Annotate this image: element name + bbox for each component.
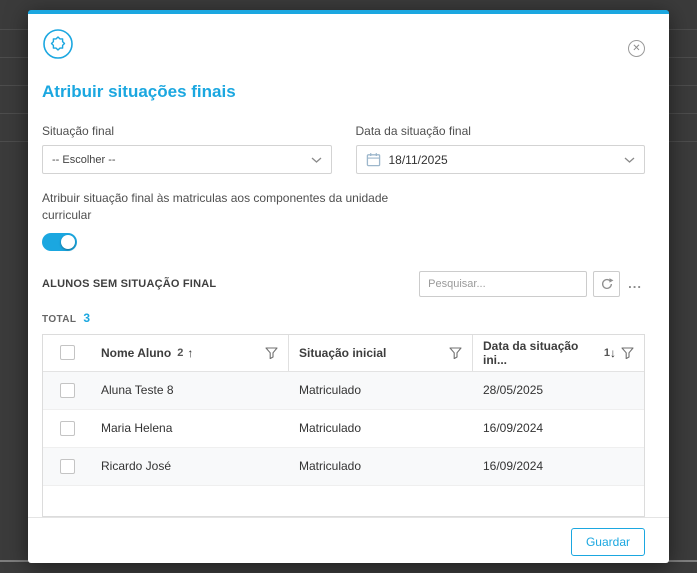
search-input[interactable] <box>419 270 588 297</box>
cell-situacao: Matriculado <box>299 383 362 398</box>
select-all-checkbox[interactable] <box>59 345 75 361</box>
assign-final-status-modal: ✕ Atribuir situações finais Situação fin… <box>28 10 669 563</box>
components-toggle[interactable] <box>42 232 77 251</box>
sort-desc-icon: ↓ <box>610 345 616 360</box>
situacao-final-select[interactable]: -- Escolher -- <box>42 145 332 174</box>
date-input[interactable] <box>388 152 624 167</box>
row-checkbox[interactable] <box>59 458 75 474</box>
select-all-header <box>43 335 91 371</box>
more-options-button[interactable]: ... <box>625 276 645 291</box>
chevron-down-icon <box>624 157 635 163</box>
refresh-icon <box>600 277 614 291</box>
selected-option: -- Escolher -- <box>52 153 116 166</box>
save-button[interactable]: Guardar <box>570 527 645 556</box>
data-situacao-label: Data da situação final <box>355 124 471 138</box>
toggle-knob <box>61 234 75 249</box>
close-button[interactable]: ✕ <box>628 40 645 57</box>
chevron-down-icon <box>311 157 322 163</box>
table-header-row: Nome Aluno 2 ↑ Situação inicial Data da … <box>43 334 644 372</box>
row-checkbox-cell <box>43 458 91 474</box>
column-header-data-situacao[interactable]: Data da situação ini... 1 ↓ <box>473 335 644 371</box>
row-checkbox-cell <box>43 420 91 436</box>
cell-data: 28/05/2025 <box>483 383 544 398</box>
column-header-situacao-inicial[interactable]: Situação inicial <box>289 334 473 371</box>
column-label: Nome Aluno <box>101 345 172 360</box>
table-row: Ricardo José Matriculado 16/09/2024 <box>43 447 644 486</box>
row-checkbox[interactable] <box>59 420 75 436</box>
situacao-final-label: Situação final <box>42 124 115 138</box>
calendar-icon <box>366 152 381 167</box>
close-icon: ✕ <box>632 42 641 54</box>
column-label: Data da situação ini... <box>483 338 579 367</box>
toggle-label: Atribuir situação final às matriculas ao… <box>42 191 389 222</box>
total-count: 3 <box>83 310 91 325</box>
cell-data: 16/09/2024 <box>483 459 544 474</box>
total-label: TOTAL <box>42 313 77 325</box>
column-header-nome-aluno[interactable]: Nome Aluno 2 ↑ <box>91 334 289 371</box>
column-label: Situação inicial <box>299 345 387 360</box>
table-body: Aluna Teste 8 Matriculado 28/05/2025 Mar… <box>43 371 644 486</box>
filter-icon[interactable] <box>621 347 634 359</box>
cell-nome: Ricardo José <box>101 459 172 474</box>
cell-situacao: Matriculado <box>299 421 362 436</box>
table-row: Aluna Teste 8 Matriculado 28/05/2025 <box>43 371 644 410</box>
date-picker[interactable] <box>355 145 645 174</box>
filter-icon[interactable] <box>449 347 462 359</box>
filter-icon[interactable] <box>265 347 278 359</box>
cell-nome: Aluna Teste 8 <box>101 383 174 398</box>
modal-footer: Guardar <box>28 516 669 566</box>
table-row: Maria Helena Matriculado 16/09/2024 <box>43 410 644 448</box>
sort-order-badge: 2 <box>177 346 184 359</box>
award-badge-icon <box>42 28 74 60</box>
modal-title: Atribuir situações finais <box>42 82 236 101</box>
students-table: Nome Aluno 2 ↑ Situação inicial Data da … <box>42 333 645 517</box>
section-title: ALUNOS SEM SITUAÇÃO FINAL <box>42 277 217 290</box>
refresh-button[interactable] <box>593 270 621 297</box>
row-checkbox-cell <box>43 382 91 398</box>
row-checkbox[interactable] <box>59 382 75 398</box>
cell-situacao: Matriculado <box>299 459 362 474</box>
table-empty-space <box>43 486 644 516</box>
sort-asc-icon: ↑ <box>187 345 194 360</box>
cell-nome: Maria Helena <box>101 421 173 436</box>
cell-data: 16/09/2024 <box>483 421 544 436</box>
